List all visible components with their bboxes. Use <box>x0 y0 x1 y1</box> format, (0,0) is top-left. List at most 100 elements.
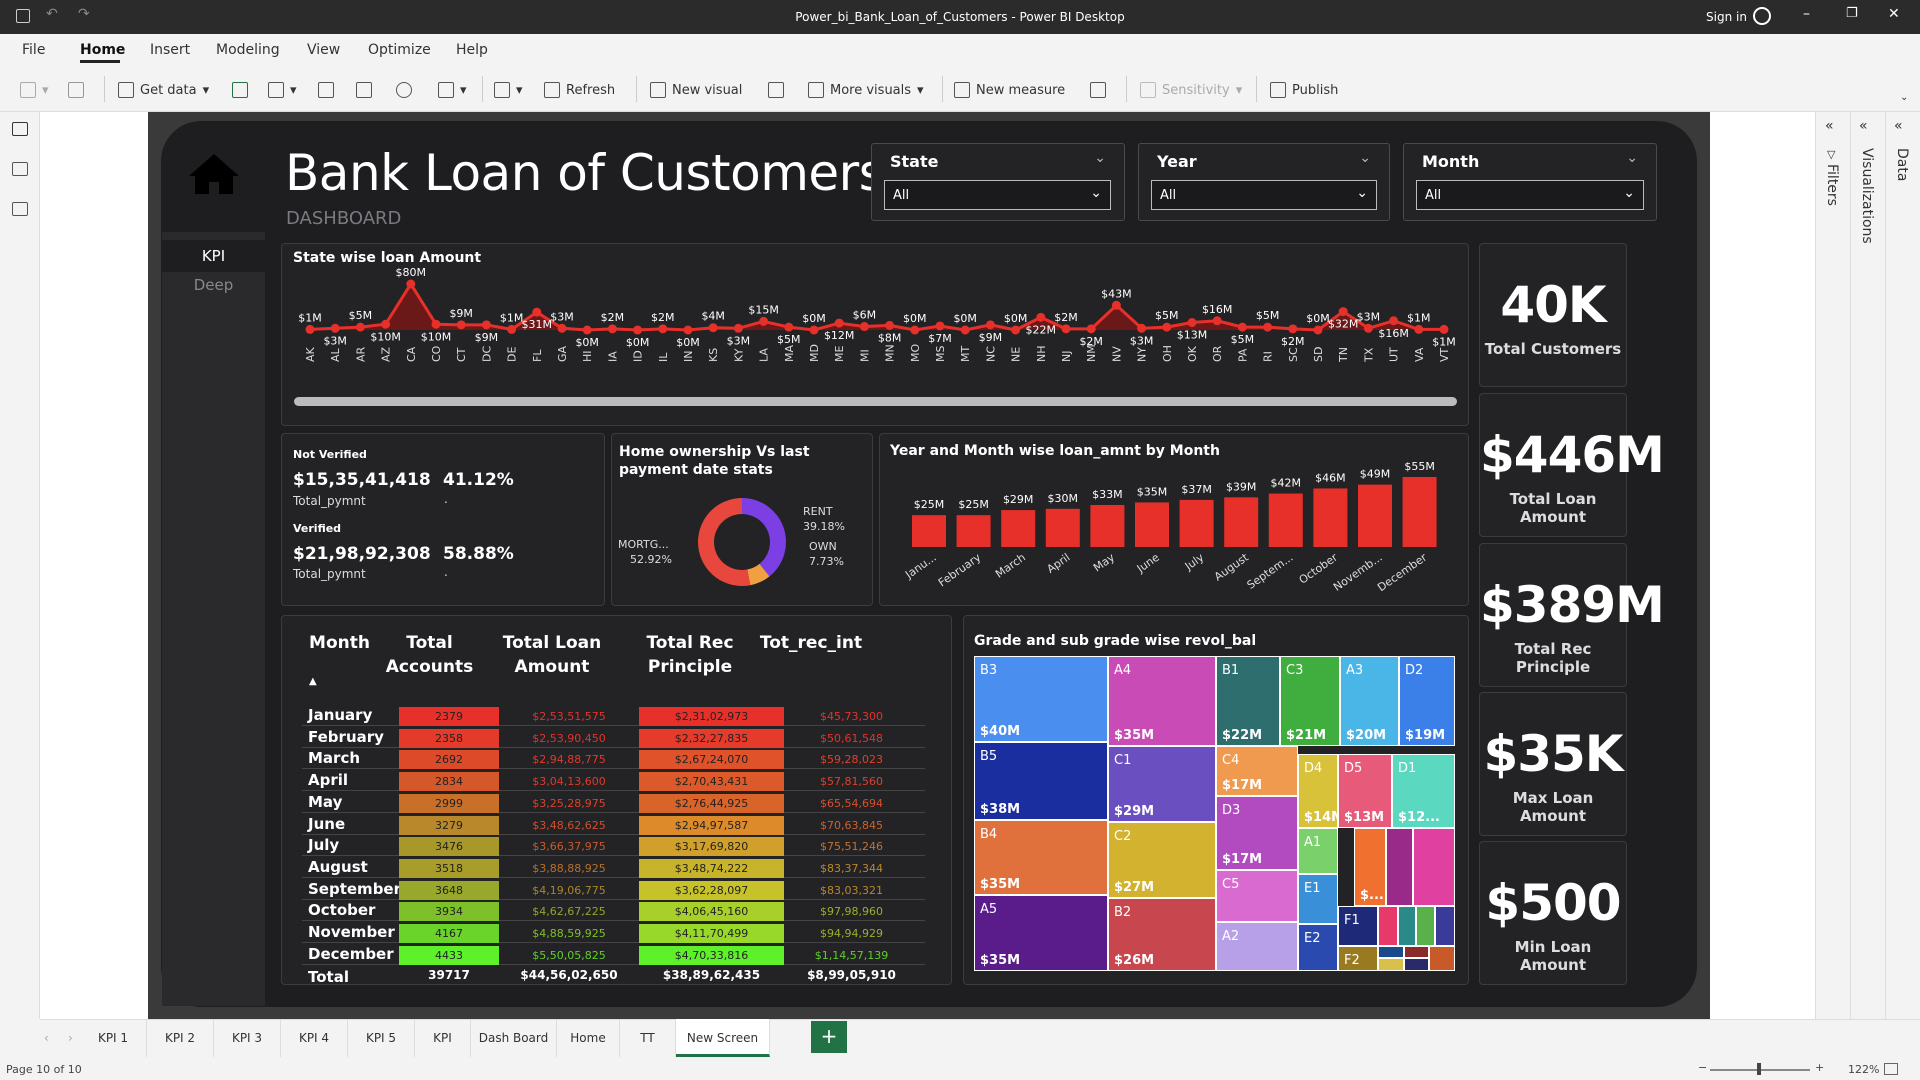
data-point[interactable] <box>1363 323 1373 333</box>
data-point[interactable] <box>1111 300 1121 310</box>
treemap-tile[interactable]: B1 $22M <box>1216 656 1280 746</box>
data-point[interactable] <box>532 307 542 317</box>
bar[interactable] <box>1179 499 1214 547</box>
chevron-down-icon[interactable]: ⌄ <box>1359 150 1371 166</box>
treemap-tile[interactable] <box>1378 958 1404 971</box>
sensitivity-button[interactable]: Sensitivity ▾ <box>1140 82 1242 98</box>
page-tab[interactable]: KPI 4 <box>281 1019 348 1057</box>
sort-ascending-icon[interactable]: ▲ <box>309 676 317 687</box>
format-painter-button[interactable] <box>68 82 84 98</box>
menu-help[interactable]: Help <box>456 42 488 58</box>
bar[interactable] <box>1224 497 1259 547</box>
kpi-total-loan-amount[interactable]: $446M Total Loan Amount <box>1479 393 1665 537</box>
treemap-tile[interactable]: D3 $17M <box>1216 796 1298 870</box>
treemap-tile[interactable]: F1 <box>1338 906 1378 946</box>
prev-page-icon[interactable]: ‹ <box>44 1031 49 1045</box>
data-point[interactable] <box>1137 323 1147 333</box>
menu-optimize[interactable]: Optimize <box>368 42 431 58</box>
data-point[interactable] <box>1086 324 1096 334</box>
treemap-tile[interactable]: A4 $35M <box>1108 656 1216 746</box>
quick-measure-button[interactable] <box>1090 82 1106 98</box>
data-point[interactable] <box>809 325 819 335</box>
treemap-tile[interactable]: D1 $12... <box>1392 754 1455 828</box>
column-header[interactable]: Tot_rec_int <box>752 631 870 655</box>
data-point[interactable] <box>759 316 769 326</box>
page-tab[interactable]: KPI 1 <box>80 1019 147 1057</box>
treemap-tile[interactable]: B4 $35M <box>974 820 1108 895</box>
data-point[interactable] <box>1212 316 1222 326</box>
publish-button[interactable]: Publish <box>1270 82 1338 98</box>
minimize-icon[interactable]: – <box>1803 6 1810 22</box>
treemap-tile[interactable]: A3 $20M <box>1340 656 1399 746</box>
menu-view[interactable]: View <box>307 42 340 58</box>
bar[interactable] <box>1313 488 1348 547</box>
chevron-down-icon[interactable]: ⌄ <box>1094 150 1106 166</box>
data-point[interactable] <box>305 324 315 334</box>
page-tab[interactable]: TT <box>620 1019 676 1057</box>
treemap-tile[interactable]: C1 $29M <box>1108 746 1216 822</box>
add-page-button[interactable]: + <box>811 1021 847 1053</box>
treemap-tile[interactable]: D4 $14M <box>1298 754 1344 828</box>
column-header[interactable]: Total Accounts <box>377 631 482 679</box>
table-view-icon[interactable] <box>12 162 28 176</box>
bar[interactable] <box>1358 484 1392 547</box>
treemap-tile[interactable] <box>1386 828 1413 906</box>
data-point[interactable] <box>683 325 693 335</box>
treemap-tile[interactable] <box>1413 828 1455 906</box>
expand-data-icon[interactable]: « <box>1894 118 1903 134</box>
page-tab[interactable]: KPI <box>415 1019 471 1057</box>
home-icon[interactable] <box>187 152 241 196</box>
bar[interactable] <box>1402 477 1437 547</box>
data-point[interactable] <box>456 320 466 330</box>
data-point[interactable] <box>733 323 743 333</box>
expand-filters-icon[interactable]: « <box>1825 118 1834 134</box>
get-data-button[interactable]: Get data ▾ <box>118 82 209 98</box>
kpi-min-loan-amount[interactable]: $500 Min Loan Amount <box>1479 841 1627 985</box>
fit-to-page-icon[interactable] <box>1884 1063 1898 1075</box>
data-point[interactable] <box>1338 307 1348 317</box>
data-point[interactable] <box>1036 312 1046 322</box>
data-point[interactable] <box>330 323 340 333</box>
data-point[interactable] <box>985 320 995 330</box>
kpi-total-rec-principle[interactable]: $389M Total Rec Principle <box>1479 543 1665 687</box>
treemap-tile[interactable]: D2 $19M <box>1399 656 1455 746</box>
nav-deep[interactable]: Deep <box>162 276 265 294</box>
data-point[interactable] <box>355 322 365 332</box>
restore-icon[interactable]: ❐ <box>1846 6 1858 21</box>
expand-visualizations-icon[interactable]: « <box>1859 118 1868 134</box>
sql-button[interactable] <box>318 82 334 98</box>
new-measure-button[interactable]: New measure <box>954 82 1065 98</box>
data-point[interactable] <box>507 324 517 334</box>
data-point[interactable] <box>859 322 869 332</box>
data-point[interactable] <box>1439 324 1449 334</box>
treemap-tile[interactable] <box>1378 946 1404 958</box>
zoom-in-icon[interactable]: + <box>1815 1061 1824 1074</box>
model-view-icon[interactable] <box>12 202 28 216</box>
data-point[interactable] <box>910 325 920 335</box>
slicer-state-dropdown[interactable]: All ⌄ <box>884 180 1111 210</box>
treemap-tile[interactable] <box>1416 906 1435 946</box>
filters-pane-label[interactable]: Filters <box>1824 164 1840 206</box>
treemap-tile[interactable]: $... <box>1354 828 1386 906</box>
bar[interactable] <box>1268 493 1303 547</box>
data-point[interactable] <box>960 325 970 335</box>
dataverse-button[interactable] <box>396 82 412 98</box>
treemap-tile[interactable]: B5 $38M <box>974 742 1108 820</box>
treemap-tile[interactable]: B2 $26M <box>1108 898 1216 971</box>
account-icon[interactable] <box>1753 7 1771 25</box>
page-tab[interactable]: Dash Board <box>471 1019 557 1057</box>
data-point[interactable] <box>1011 325 1021 335</box>
data-point[interactable] <box>708 323 718 333</box>
page-tab[interactable]: KPI 2 <box>147 1019 214 1057</box>
refresh-button[interactable]: Refresh <box>544 82 615 98</box>
bar[interactable] <box>1001 510 1036 547</box>
recent-sources-button[interactable]: ▾ <box>438 82 467 98</box>
zoom-slider-thumb[interactable] <box>1757 1063 1761 1075</box>
treemap-tile[interactable] <box>1398 906 1416 946</box>
data-point[interactable] <box>1414 324 1424 334</box>
monthly-matrix-table[interactable]: Month Total Accounts Total Loan Amount Tota… <box>281 615 952 986</box>
report-view-icon[interactable] <box>12 122 28 136</box>
page-tab[interactable]: KPI 3 <box>214 1019 281 1057</box>
column-header[interactable]: Total Rec Principle <box>628 631 752 679</box>
data-point[interactable] <box>1061 324 1071 334</box>
